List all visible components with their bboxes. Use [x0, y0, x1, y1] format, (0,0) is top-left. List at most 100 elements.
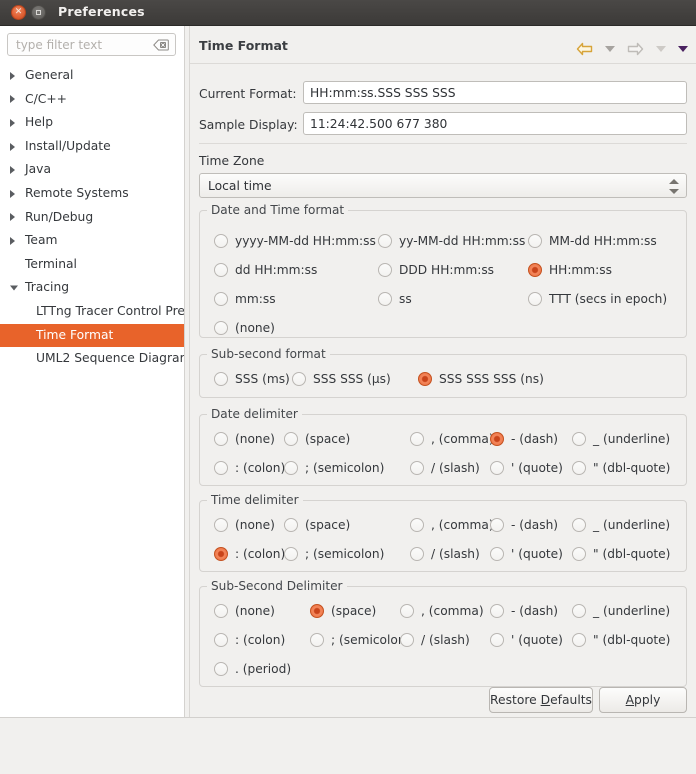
close-icon[interactable]: ✕: [11, 5, 26, 20]
radio-unselected-icon[interactable]: [410, 547, 424, 561]
radio-unselected-icon[interactable]: [214, 662, 228, 676]
pane-divider: [184, 26, 185, 717]
radio-unselected-icon[interactable]: [490, 518, 504, 532]
radio-selected-icon[interactable]: [418, 372, 432, 386]
radio-label: . (period): [235, 661, 291, 677]
radio-unselected-icon[interactable]: [214, 234, 228, 248]
radio-label: ' (quote): [511, 632, 563, 648]
radio-unselected-icon[interactable]: [490, 547, 504, 561]
radio-unselected-icon[interactable]: [284, 518, 298, 532]
sidebar-item-lttng-tracer-control-pre[interactable]: LTTng Tracer Control Pre: [0, 300, 184, 324]
timezone-combo[interactable]: Local time: [199, 173, 687, 198]
radio-unselected-icon[interactable]: [214, 263, 228, 277]
apply-button[interactable]: Apply: [599, 687, 687, 713]
tree-collapsed-arrow-icon[interactable]: [10, 190, 15, 198]
radio-unselected-icon[interactable]: [310, 633, 324, 647]
radio-unselected-icon[interactable]: [214, 292, 228, 306]
radio-unselected-icon[interactable]: [214, 372, 228, 386]
radio-unselected-icon[interactable]: [214, 461, 228, 475]
maximize-icon[interactable]: [31, 5, 46, 20]
radio-unselected-icon[interactable]: [284, 461, 298, 475]
radio-unselected-icon[interactable]: [378, 234, 392, 248]
radio-unselected-icon[interactable]: [378, 292, 392, 306]
radio-label: , (comma): [431, 431, 494, 447]
sample-display-input[interactable]: 11:24:42.500 677 380: [303, 112, 687, 135]
sidebar-item-install-update[interactable]: Install/Update: [0, 135, 184, 159]
radio-unselected-icon[interactable]: [572, 633, 586, 647]
sidebar-item-label: Help: [25, 111, 53, 135]
radio-label: MM-dd HH:mm:ss: [549, 233, 657, 249]
current-format-input[interactable]: HH:mm:ss.SSS SSS SSS: [303, 81, 687, 104]
radio-unselected-icon[interactable]: [410, 432, 424, 446]
radio-label: / (slash): [431, 460, 480, 476]
sidebar-item-time-format[interactable]: Time Format: [0, 324, 184, 348]
radio-selected-icon[interactable]: [310, 604, 324, 618]
tree-collapsed-arrow-icon[interactable]: [10, 166, 15, 174]
radio-label: SSS (ms): [235, 371, 290, 387]
radio-unselected-icon[interactable]: [214, 604, 228, 618]
sidebar-item-run-debug[interactable]: Run/Debug: [0, 206, 184, 230]
radio-selected-icon[interactable]: [528, 263, 542, 277]
radio-unselected-icon[interactable]: [410, 518, 424, 532]
radio-unselected-icon[interactable]: [528, 292, 542, 306]
sidebar-item-help[interactable]: Help: [0, 111, 184, 135]
radio-unselected-icon[interactable]: [490, 633, 504, 647]
filter-input[interactable]: type filter text: [7, 33, 176, 56]
radio-unselected-icon[interactable]: [284, 432, 298, 446]
tree-collapsed-arrow-icon[interactable]: [10, 95, 15, 103]
forward-arrow-icon[interactable]: [627, 42, 644, 56]
tree-collapsed-arrow-icon[interactable]: [10, 72, 15, 80]
sidebar-item-c-c[interactable]: C/C++: [0, 88, 184, 112]
sidebar-item-java[interactable]: Java: [0, 158, 184, 182]
group-date-delimiter: Date delimiter(none)(space), (comma)- (d…: [199, 414, 687, 486]
sidebar-item-remote-systems[interactable]: Remote Systems: [0, 182, 184, 206]
tree-collapsed-arrow-icon[interactable]: [10, 237, 15, 245]
radio-unselected-icon[interactable]: [528, 234, 542, 248]
restore-defaults-button[interactable]: Restore Defaults: [489, 687, 593, 713]
tree-collapsed-arrow-icon[interactable]: [10, 213, 15, 221]
forward-history-chevron-down-icon[interactable]: [656, 46, 666, 52]
sidebar-item-team[interactable]: Team: [0, 229, 184, 253]
clear-filter-icon[interactable]: [153, 39, 169, 51]
preferences-tree[interactable]: GeneralC/C++HelpInstall/UpdateJavaRemote…: [0, 64, 184, 704]
radio-selected-icon[interactable]: [214, 547, 228, 561]
radio-unselected-icon[interactable]: [214, 518, 228, 532]
radio-unselected-icon[interactable]: [378, 263, 392, 277]
tree-collapsed-arrow-icon[interactable]: [10, 119, 15, 127]
radio-unselected-icon[interactable]: [490, 604, 504, 618]
group-date-and-time-format: Date and Time formatyyyy-MM-dd HH:mm:ssy…: [199, 210, 687, 338]
group-sub-second-delimiter: Sub-Second Delimiter(none)(space), (comm…: [199, 586, 687, 687]
radio-unselected-icon[interactable]: [400, 604, 414, 618]
back-arrow-icon[interactable]: [576, 42, 593, 56]
sidebar-item-label: Terminal: [25, 253, 77, 277]
sidebar-item-general[interactable]: General: [0, 64, 184, 88]
preference-page: Time Format Current Format: HH:mm:ss.SSS…: [190, 26, 696, 717]
sidebar-item-tracing[interactable]: Tracing: [0, 276, 184, 300]
radio-unselected-icon[interactable]: [572, 604, 586, 618]
radio-unselected-icon[interactable]: [214, 633, 228, 647]
radio-unselected-icon[interactable]: [400, 633, 414, 647]
page-nav-toolbar: [569, 38, 688, 56]
radio-unselected-icon[interactable]: [572, 461, 586, 475]
radio-unselected-icon[interactable]: [410, 461, 424, 475]
radio-unselected-icon[interactable]: [214, 432, 228, 446]
radio-unselected-icon[interactable]: [572, 518, 586, 532]
tree-collapsed-arrow-icon[interactable]: [10, 143, 15, 151]
radio-label: (space): [305, 431, 350, 447]
spinner-arrows-icon[interactable]: [669, 178, 679, 195]
radio-unselected-icon[interactable]: [572, 547, 586, 561]
radio-unselected-icon[interactable]: [214, 321, 228, 335]
timezone-label: Time Zone: [199, 154, 264, 168]
radio-label: yy-MM-dd HH:mm:ss: [399, 233, 525, 249]
back-history-chevron-down-icon[interactable]: [605, 46, 615, 52]
sidebar-item-terminal[interactable]: Terminal: [0, 253, 184, 277]
sidebar-item-uml2-sequence-diagram[interactable]: UML2 Sequence Diagram: [0, 347, 184, 371]
sidebar-item-label: LTTng Tracer Control Pre: [36, 300, 184, 324]
radio-unselected-icon[interactable]: [572, 432, 586, 446]
radio-unselected-icon[interactable]: [284, 547, 298, 561]
radio-selected-icon[interactable]: [490, 432, 504, 446]
tree-expanded-arrow-icon[interactable]: [10, 286, 18, 291]
view-menu-chevron-down-icon[interactable]: [678, 46, 688, 52]
radio-unselected-icon[interactable]: [490, 461, 504, 475]
radio-unselected-icon[interactable]: [292, 372, 306, 386]
